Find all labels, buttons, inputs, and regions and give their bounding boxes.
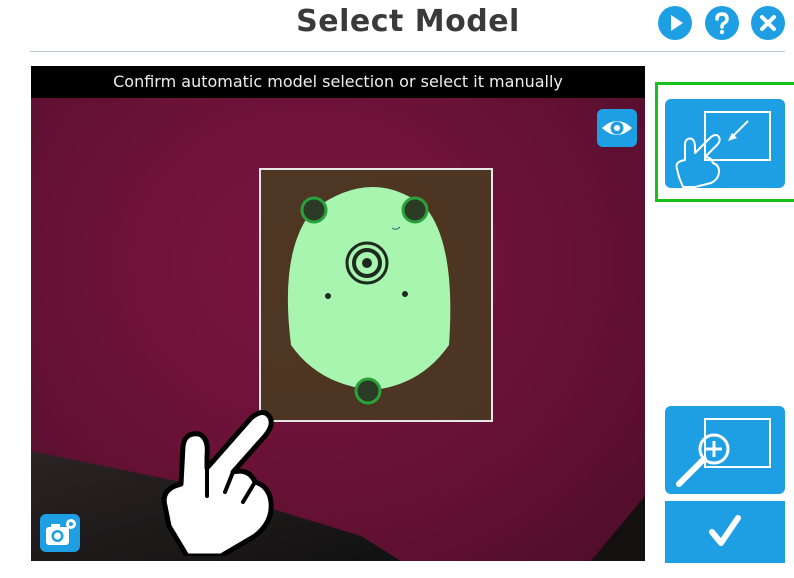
header-divider (30, 51, 785, 52)
zoom-button[interactable] (665, 406, 785, 494)
confirm-button[interactable] (665, 501, 785, 563)
camera-view[interactable]: Confirm automatic model selection or sel… (31, 66, 645, 561)
select-area-icon (675, 111, 771, 188)
help-icon[interactable] (705, 6, 739, 40)
detected-model (287, 186, 451, 405)
eye-icon[interactable] (597, 109, 637, 147)
checkmark-icon (709, 515, 741, 546)
select-area-button[interactable] (665, 99, 785, 188)
camera-settings-icon[interactable] (40, 514, 80, 552)
instruction-text: Confirm automatic model selection or sel… (31, 66, 645, 98)
close-icon[interactable] (751, 6, 785, 40)
zoom-in-icon (676, 418, 771, 487)
hand-pointer-icon (161, 410, 274, 556)
play-icon[interactable] (658, 6, 692, 40)
model-selection-box[interactable] (259, 168, 493, 422)
